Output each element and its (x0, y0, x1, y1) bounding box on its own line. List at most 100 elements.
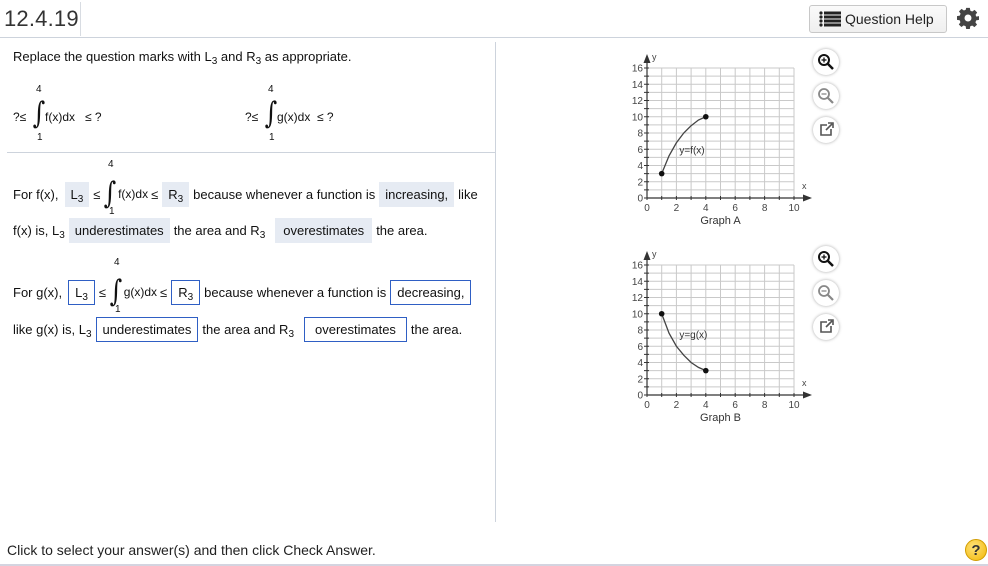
answer-box-f-right-estimate[interactable]: overestimates (275, 218, 373, 243)
y-tick-label: 8 (637, 129, 643, 140)
text: the area. (410, 322, 463, 337)
text: because whenever a function is (193, 186, 376, 202)
zoom-in-icon (818, 251, 834, 267)
y-tick-label: 10 (632, 309, 644, 320)
answer-box-g-left-estimate[interactable]: underestimates (95, 317, 199, 342)
graph-b-zoom-out-button[interactable] (813, 280, 839, 306)
x-tick-label: 8 (762, 203, 768, 214)
y-tick-label: 0 (637, 391, 643, 402)
endpoint-dot (658, 310, 665, 317)
y-tick-label: 4 (637, 161, 643, 172)
integral-sign: ∫ (104, 176, 117, 211)
x-tick-label: 2 (674, 400, 680, 411)
answer-box-g-monotonic[interactable]: decreasing, (390, 279, 472, 305)
text: like g(x) is, L3 (13, 322, 92, 340)
integrand: g(x)dx (277, 110, 311, 124)
x-axis-label: x (802, 378, 807, 388)
x-tick-label: 10 (788, 203, 800, 214)
y-axis-arrow (643, 54, 651, 63)
y-tick-label: 0 (637, 194, 643, 205)
answer-box-f-monotonic[interactable]: increasing, (379, 181, 455, 207)
pane-divider (495, 42, 496, 522)
x-tick-label: 2 (674, 203, 680, 214)
answer-box-f-left-estimate[interactable]: underestimates (68, 218, 170, 243)
x-axis-arrow (803, 194, 812, 202)
list-icon (819, 11, 841, 27)
y-tick-label: 16 (632, 64, 644, 75)
x-tick-label: 4 (703, 203, 709, 214)
x-tick-label: 8 (762, 400, 768, 411)
x-tick-label: 10 (788, 400, 800, 411)
upper-limit: 4 (268, 84, 274, 95)
placeholder-right: ≤ ? (317, 110, 334, 124)
integrand: f(x)dx (118, 187, 149, 201)
question-mark-icon[interactable]: ? (965, 539, 987, 561)
graph-a: 0 2 4 6 8 10 0 2 4 6 8 10 12 14 16 x y y=f(x) Graph A (632, 52, 812, 227)
y-tick-label: 14 (632, 277, 644, 288)
external-link-icon (820, 122, 834, 136)
instruction-text: Replace the question marks with L3 and R… (13, 49, 352, 67)
answer-box-g-lower[interactable]: L3 (68, 279, 95, 305)
leq-symbol: ≤ (160, 284, 168, 300)
answer-box-f-lower[interactable]: L3 (64, 181, 90, 207)
divider (80, 2, 81, 36)
integral-sign: ∫ (32, 96, 46, 131)
question-help-label: Question Help (845, 11, 934, 27)
zoom-in-icon (818, 54, 834, 70)
question-help-button[interactable]: Question Help (809, 5, 947, 33)
y-tick-label: 10 (632, 112, 644, 123)
endpoint-dot (703, 113, 709, 120)
answer-f-line1: For f(x), L3 ≤ ∫ f(x)dx ≤ R3 because whe… (13, 179, 478, 209)
y-axis-label: y (652, 52, 657, 62)
y-tick-label: 8 (637, 326, 643, 337)
upper-limit: 4 (114, 257, 120, 268)
answer-box-g-right-estimate[interactable]: overestimates (304, 317, 407, 342)
graph-title: Graph B (700, 412, 741, 424)
text: the area. (376, 223, 428, 238)
graph-a-popout-button[interactable] (813, 117, 839, 143)
y-tick-label: 2 (637, 374, 643, 385)
lower-limit: 1 (37, 132, 43, 143)
endpoint-dot (703, 367, 709, 374)
y-axis-arrow (643, 251, 651, 260)
graph-b: 0 2 4 6 8 10 0 2 4 6 8 10 12 14 16 x y y=g(x) Graph B (632, 249, 812, 424)
curve-label: y=g(x) (679, 330, 707, 341)
y-tick-label: 12 (632, 293, 644, 304)
leq-symbol: ≤ (151, 186, 159, 202)
x-axis-arrow (803, 391, 812, 399)
y-axis-label: y (652, 249, 657, 259)
upper-limit: 4 (108, 159, 114, 170)
zoom-out-icon (818, 88, 834, 104)
y-tick-label: 4 (637, 358, 643, 369)
answer-box-f-upper[interactable]: R3 (162, 181, 190, 207)
placeholder-left: ?≤ (13, 110, 27, 124)
y-tick-label: 6 (637, 145, 643, 156)
lower-limit: 1 (269, 132, 275, 143)
x-tick-label: 6 (732, 203, 738, 214)
gear-icon[interactable] (957, 7, 979, 29)
answer-f-line2: f(x) is, L3 underestimates the area and … (13, 218, 428, 243)
answer-g-line1: For g(x), L3 ≤ ∫ g(x)dx ≤ R3 because whe… (13, 277, 475, 307)
graph-title: Graph A (700, 215, 741, 227)
graph-a-zoom-in-button[interactable] (813, 49, 839, 75)
graph-b-zoom-in-button[interactable] (813, 246, 839, 272)
top-bar: 12.4.19 Question Help (0, 0, 988, 38)
question-number: 12.4.19 (4, 6, 79, 31)
graph-a-zoom-out-button[interactable] (813, 83, 839, 109)
upper-limit: 4 (36, 84, 42, 95)
external-link-icon (820, 319, 834, 333)
graph-b-popout-button[interactable] (813, 314, 839, 340)
y-tick-label: 6 (637, 342, 643, 353)
answer-box-g-upper[interactable]: R3 (171, 279, 201, 305)
x-tick-label: 4 (703, 400, 709, 411)
text: like (458, 186, 478, 202)
label: For g(x), (13, 284, 63, 300)
text: the area and R3 (202, 322, 294, 340)
leq-symbol: ≤ (98, 284, 107, 300)
text: f(x) is, L3 (13, 223, 65, 241)
answer-g-line2: like g(x) is, L3 underestimates the area… (13, 317, 462, 342)
placeholder-right: ≤ ? (85, 110, 102, 124)
leq-symbol: ≤ (93, 186, 101, 202)
x-axis-label: x (802, 181, 807, 191)
y-tick-label: 14 (632, 80, 644, 91)
